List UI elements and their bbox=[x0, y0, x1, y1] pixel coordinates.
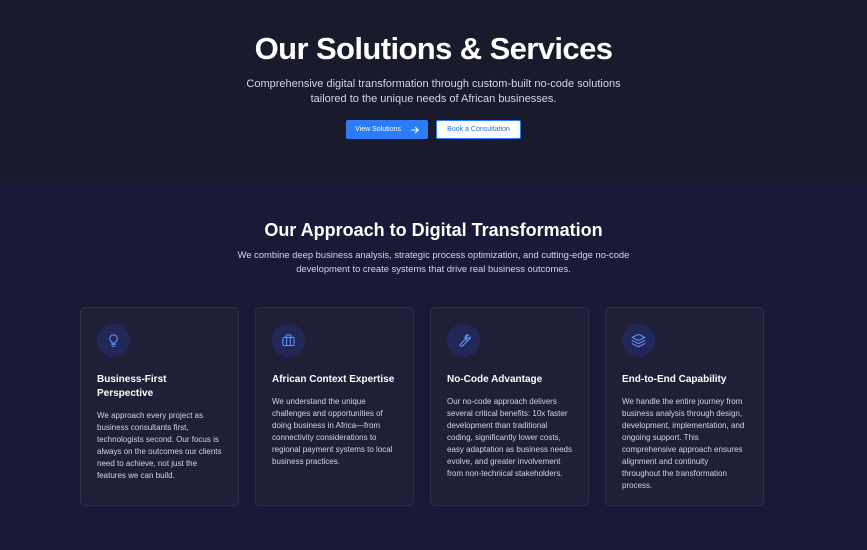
hero-subtitle: Comprehensive digital transformation thr… bbox=[0, 77, 867, 107]
hero-buttons: View Solutions Book a Consultation bbox=[0, 120, 867, 139]
hero-section: Our Solutions & Services Comprehensive d… bbox=[0, 0, 867, 180]
view-solutions-button[interactable]: View Solutions bbox=[346, 120, 428, 139]
lightbulb-icon bbox=[97, 324, 130, 357]
arrow-right-icon bbox=[411, 126, 419, 133]
hero-title: Our Solutions & Services bbox=[254, 31, 613, 66]
card-text: We handle the entire journey from busine… bbox=[622, 397, 745, 490]
hero-subtitle-line-1: Comprehensive digital transformation thr… bbox=[246, 78, 621, 90]
book-consultation-label: Book a Consultation bbox=[447, 126, 510, 133]
approach-lead-line-1: We combine deep business analysis, strat… bbox=[237, 249, 630, 260]
card-title: African Context Expertise bbox=[272, 374, 395, 385]
card-no-code: No-Code Advantage Our no-code approach d… bbox=[430, 307, 589, 506]
card-end-to-end: End-to-End Capability We handle the enti… bbox=[605, 307, 764, 506]
card-title: End-to-End Capability bbox=[622, 374, 727, 385]
card-text: We understand the unique challenges and … bbox=[272, 397, 393, 466]
view-solutions-label: View Solutions bbox=[355, 126, 401, 133]
hero-subtitle-line-2: tailored to the unique needs of African … bbox=[310, 93, 557, 105]
card-business-first: Business-First Perspective We approach e… bbox=[80, 307, 239, 506]
approach-cards: Business-First Perspective We approach e… bbox=[80, 307, 764, 506]
briefcase-icon bbox=[272, 324, 305, 357]
approach-section: Our Approach to Digital Transformation W… bbox=[0, 180, 867, 550]
layers-icon bbox=[622, 324, 655, 357]
book-consultation-button[interactable]: Book a Consultation bbox=[436, 120, 521, 139]
approach-lead: We combine deep business analysis, strat… bbox=[0, 248, 867, 276]
wrench-icon bbox=[447, 324, 480, 357]
card-text: Our no-code approach delivers several cr… bbox=[447, 397, 572, 478]
approach-lead-line-2: development to create systems that drive… bbox=[296, 263, 571, 274]
card-title: No-Code Advantage bbox=[447, 374, 543, 385]
card-african-context: African Context Expertise We understand … bbox=[255, 307, 414, 506]
approach-title: Our Approach to Digital Transformation bbox=[264, 220, 603, 240]
card-title: Business-First Perspective bbox=[97, 374, 167, 399]
card-text: We approach every project as business co… bbox=[97, 411, 222, 480]
